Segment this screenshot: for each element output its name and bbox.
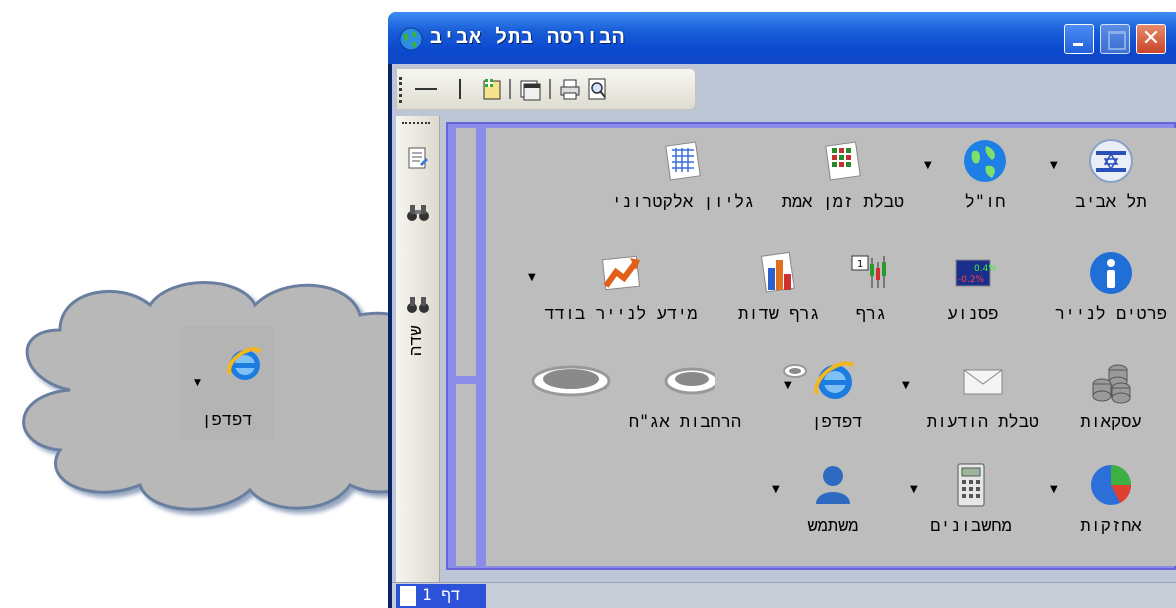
chevron-down-icon[interactable]: ▼ xyxy=(924,160,932,171)
trend-arrow-icon xyxy=(601,255,641,291)
toolbar-grip[interactable] xyxy=(399,77,402,103)
binoculars-icon[interactable] xyxy=(406,200,430,224)
sidebar-vertical-label: שדה xyxy=(406,325,426,356)
launcher-item-browser[interactable]: ▼ דפדפן xyxy=(772,352,902,442)
pie-chart-icon xyxy=(1091,465,1132,505)
sidebar-grip[interactable] xyxy=(402,122,430,124)
svg-text:-0.2%: -0.2% xyxy=(958,275,985,285)
toolbar xyxy=(396,68,696,110)
page-tab-label: דף 1 xyxy=(422,585,461,604)
new-page-icon[interactable] xyxy=(481,77,503,101)
minimize-button[interactable] xyxy=(1064,24,1094,54)
user-icon xyxy=(816,466,850,504)
item-label: גליון אלקטרוני xyxy=(611,192,755,212)
status-bar xyxy=(392,582,1176,608)
page-tab[interactable]: דף 1 xyxy=(396,584,486,608)
close-button[interactable]: ✕ xyxy=(1136,24,1166,54)
launcher-item-bond-spreads[interactable]: הרחבות אג"ח xyxy=(620,352,750,442)
panel-divider xyxy=(448,376,484,384)
realtime-table-icon xyxy=(825,141,861,181)
page-icon xyxy=(400,586,416,606)
chevron-down-icon[interactable]: ▼ xyxy=(1050,484,1058,495)
chevron-down-icon[interactable]: ▼ xyxy=(784,380,792,391)
launcher-item-user[interactable]: ▼ משתמש xyxy=(768,456,898,546)
candlestick-chart-icon: 1 xyxy=(851,255,886,288)
launcher-item-spreadsheet[interactable]: גליון אלקטרוני xyxy=(612,132,754,222)
ticker-icon: 0.4%-0.2% xyxy=(955,259,996,287)
maximize-button[interactable] xyxy=(1100,24,1130,54)
internet-explorer-icon xyxy=(227,347,262,380)
chevron-down-icon[interactable]: ▼ xyxy=(194,378,201,388)
chevron-down-icon[interactable]: ▼ xyxy=(902,380,910,391)
launcher-item-messages-table[interactable]: ▼ טבלת הודעות xyxy=(902,352,1048,442)
title-bar[interactable]: הבורסה בתל אביב ✕ xyxy=(388,12,1176,64)
launcher-item-realtime-table[interactable]: טבלת זמן אמת xyxy=(778,132,908,222)
envelope-icon xyxy=(963,369,1003,395)
launcher-item-field-graph[interactable]: גרף שדות xyxy=(714,244,844,334)
cascade-windows-icon[interactable] xyxy=(519,77,541,101)
coins-icon xyxy=(1092,364,1131,404)
ring-icon xyxy=(783,364,807,378)
israel-flag-icon xyxy=(1089,139,1133,183)
panel-left-column xyxy=(456,128,476,566)
binoculars-icon[interactable] xyxy=(406,292,430,316)
chevron-down-icon[interactable]: ▼ xyxy=(772,484,780,495)
globe-icon xyxy=(399,27,423,51)
launcher-item-single-security-info[interactable]: ▼ מידע לנייר בודד xyxy=(528,244,698,334)
globe-icon xyxy=(964,140,1006,182)
chevron-down-icon[interactable]: ▼ xyxy=(528,272,536,283)
calculator-icon xyxy=(957,463,985,507)
item-label: משתמש xyxy=(807,516,859,536)
launcher-panel: ▼ תל אביב ▼ חו"ל טבלת זמן אמת גליון אלקט… xyxy=(486,128,1176,566)
ring-icon xyxy=(664,367,715,395)
launcher-item-unlabeled[interactable]: ▼ xyxy=(506,352,636,442)
item-label: מידע לנייר בודד xyxy=(544,304,698,324)
internet-explorer-icon xyxy=(814,361,855,399)
chevron-down-icon[interactable]: ▼ xyxy=(1050,160,1058,171)
callout-browser-icon-tile[interactable]: ▼ דפדפן xyxy=(180,326,274,440)
info-icon xyxy=(1090,252,1132,294)
window-title: הבורסה בתל אביב xyxy=(430,24,626,48)
side-panel: שדה xyxy=(396,116,440,586)
launcher-item-abroad[interactable]: ▼ חו"ל xyxy=(920,132,1050,222)
toolbar-separator xyxy=(509,79,511,99)
bar-chart-icon xyxy=(760,251,795,293)
svg-text:1: 1 xyxy=(857,259,863,270)
bar-icon[interactable] xyxy=(449,77,471,101)
printer-icon[interactable] xyxy=(559,77,581,101)
svg-text:0.4%: 0.4% xyxy=(974,264,996,274)
spreadsheet-icon xyxy=(665,141,701,181)
notes-icon[interactable] xyxy=(406,146,430,170)
ring-icon xyxy=(531,365,611,397)
close-icon: ✕ xyxy=(1141,26,1161,51)
minus-icon[interactable] xyxy=(415,77,437,101)
print-preview-icon[interactable] xyxy=(587,77,609,101)
chevron-down-icon[interactable]: ▼ xyxy=(910,484,918,495)
toolbar-separator xyxy=(549,79,551,99)
callout-label: דפדפן xyxy=(201,410,253,430)
